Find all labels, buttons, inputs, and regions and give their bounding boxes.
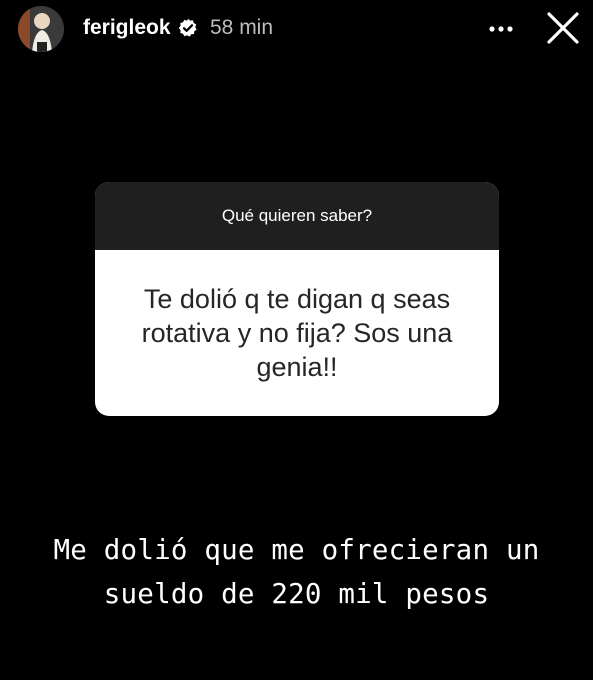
verified-badge-icon xyxy=(178,18,197,37)
story-viewer: ferigleok 58 min Qué quieren saber? Te d… xyxy=(0,0,593,680)
close-icon[interactable] xyxy=(545,10,581,46)
answer-text: Me dolió que me ofrecieran un sueldo de … xyxy=(53,534,540,610)
question-text: Te dolió q te digan q seas rotativa y no… xyxy=(141,284,453,382)
avatar-image xyxy=(18,6,64,52)
username[interactable]: ferigleok xyxy=(83,15,171,41)
avatar[interactable] xyxy=(18,6,64,52)
question-sticker[interactable]: Qué quieren saber? Te dolió q te digan q… xyxy=(95,182,499,416)
story-header: ferigleok 58 min xyxy=(0,0,593,60)
more-options-icon[interactable] xyxy=(484,16,518,42)
post-timestamp: 58 min xyxy=(210,16,274,39)
question-prompt: Qué quieren saber? xyxy=(95,182,499,250)
question-body: Te dolió q te digan q seas rotativa y no… xyxy=(95,250,499,416)
